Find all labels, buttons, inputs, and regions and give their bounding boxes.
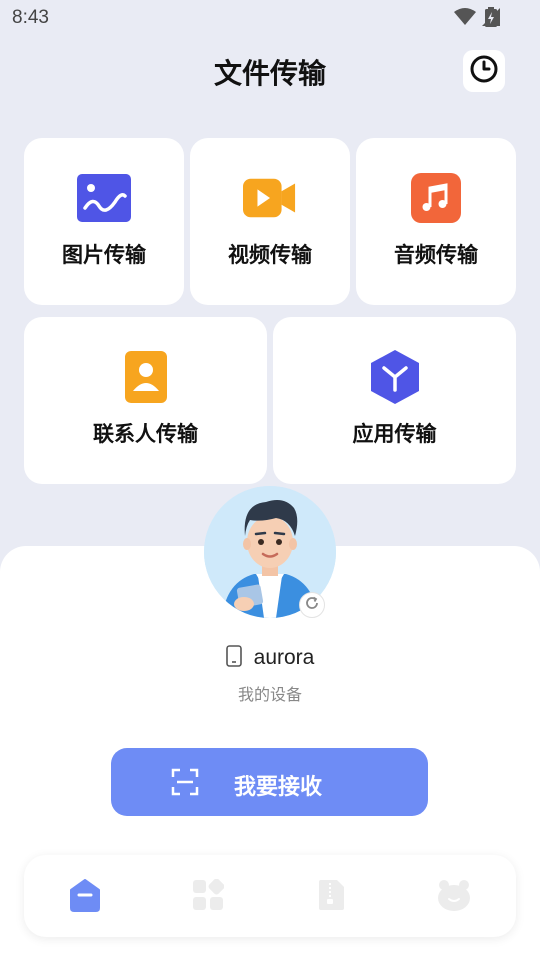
music-icon [409,171,463,225]
card-video-transfer[interactable]: 视频传输 [190,138,350,305]
nav-profile[interactable] [434,877,474,917]
clock-icon [469,54,499,88]
receive-button[interactable]: 我要接收 [111,748,428,816]
device-row: aurora [0,645,540,671]
nav-archive[interactable] [311,877,351,917]
card-label: 联系人传输 [93,422,198,446]
card-image-transfer[interactable]: 图片传输 [24,138,184,305]
card-contact-transfer[interactable]: 联系人传输 [24,317,267,484]
mascot-icon [436,879,472,915]
refresh-avatar-button[interactable] [299,592,325,618]
receive-button-label: 我要接收 [234,775,323,800]
home-icon [67,878,103,916]
bottom-nav [24,855,516,937]
phone-icon [225,645,242,671]
battery-icon [485,7,497,31]
refresh-icon [304,595,320,615]
contact-icon [119,350,173,404]
card-label: 应用传输 [352,422,437,446]
card-label: 视频传输 [228,243,312,267]
page-title: 文件传输 [213,57,326,90]
video-icon [243,171,297,225]
status-bar: 8:43 [0,0,540,36]
app-cube-icon [368,350,422,404]
nav-apps[interactable] [188,877,228,917]
scan-icon [171,768,199,800]
card-app-transfer[interactable]: 应用传输 [273,317,516,484]
wifi-icon [454,8,476,30]
card-label: 图片传输 [62,243,146,267]
nav-home[interactable] [65,877,105,917]
device-name: aurora [253,646,315,669]
card-audio-transfer[interactable]: 音频传输 [356,138,516,305]
card-label: 音频传输 [394,243,478,267]
archive-icon [317,879,345,915]
device-subtitle: 我的设备 [237,685,302,704]
apps-icon [192,878,225,915]
status-time: 8:43 [12,7,49,28]
history-button[interactable] [463,50,505,92]
image-icon [77,171,131,225]
